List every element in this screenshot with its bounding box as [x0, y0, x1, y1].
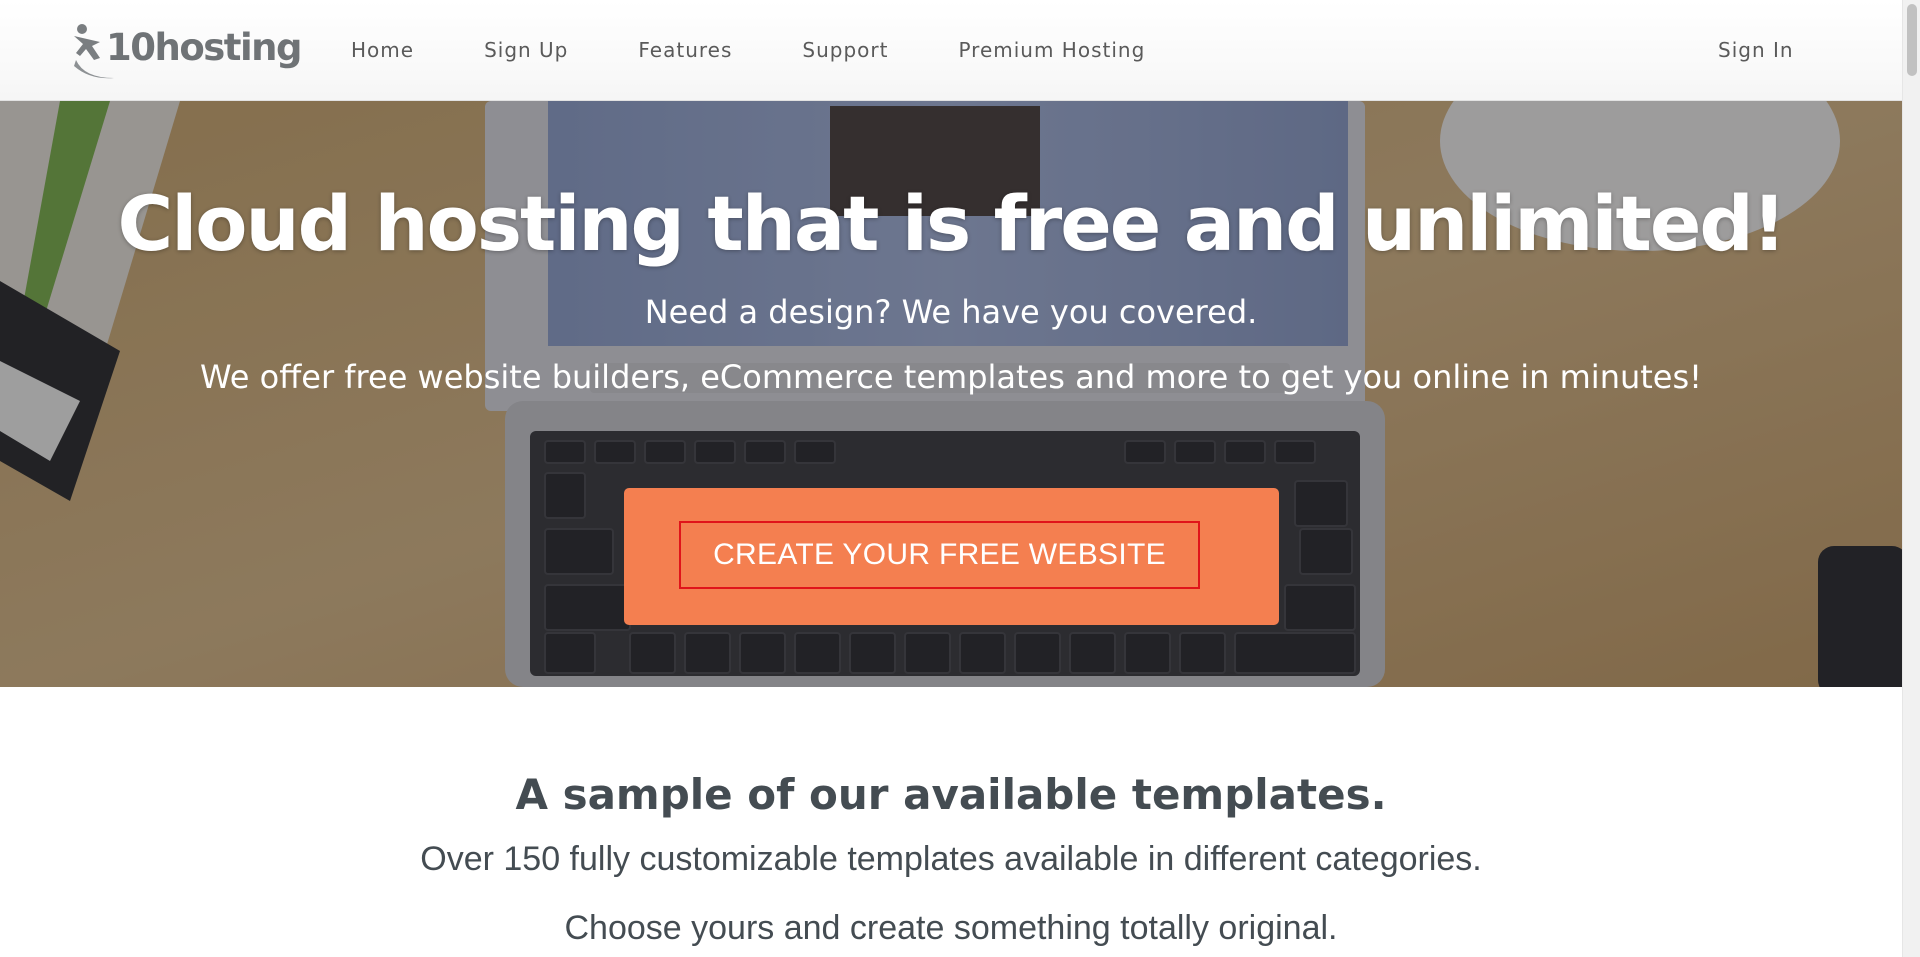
main-menu: Home Sign Up Features Support Premium Ho…	[351, 0, 1215, 100]
nav-home[interactable]: Home	[351, 38, 414, 62]
templates-section-subtitle: Over 150 fully customizable templates av…	[420, 840, 1482, 878]
nav-premium-hosting[interactable]: Premium Hosting	[958, 38, 1145, 62]
hero-title: Cloud hosting that is free and unlimited…	[117, 179, 1786, 268]
templates-section-tagline: Choose yours and create something totall…	[564, 909, 1338, 947]
hero-banner: Cloud hosting that is free and unlimited…	[0, 101, 1902, 687]
sign-in-link[interactable]: Sign In	[1718, 38, 1794, 62]
logo-wordmark: 10hosting	[106, 26, 302, 69]
site-logo[interactable]: 10hosting	[70, 20, 302, 82]
templates-section-title: A sample of our available templates.	[515, 770, 1387, 819]
nav-support[interactable]: Support	[802, 38, 888, 62]
nav-sign-up[interactable]: Sign Up	[484, 38, 568, 62]
top-navigation-bar: 10hosting Home Sign Up Features Support …	[0, 0, 1902, 101]
hero-description: We offer free website builders, eCommerc…	[200, 358, 1702, 396]
nav-features[interactable]: Features	[638, 38, 732, 62]
hero-subtitle: Need a design? We have you covered.	[644, 293, 1258, 331]
create-free-website-button[interactable]: CREATE YOUR FREE WEBSITE	[679, 521, 1200, 589]
vertical-scrollbar[interactable]	[1902, 0, 1920, 957]
cta-container[interactable]: CREATE YOUR FREE WEBSITE	[624, 488, 1279, 625]
scrollbar-thumb[interactable]	[1907, 4, 1917, 76]
